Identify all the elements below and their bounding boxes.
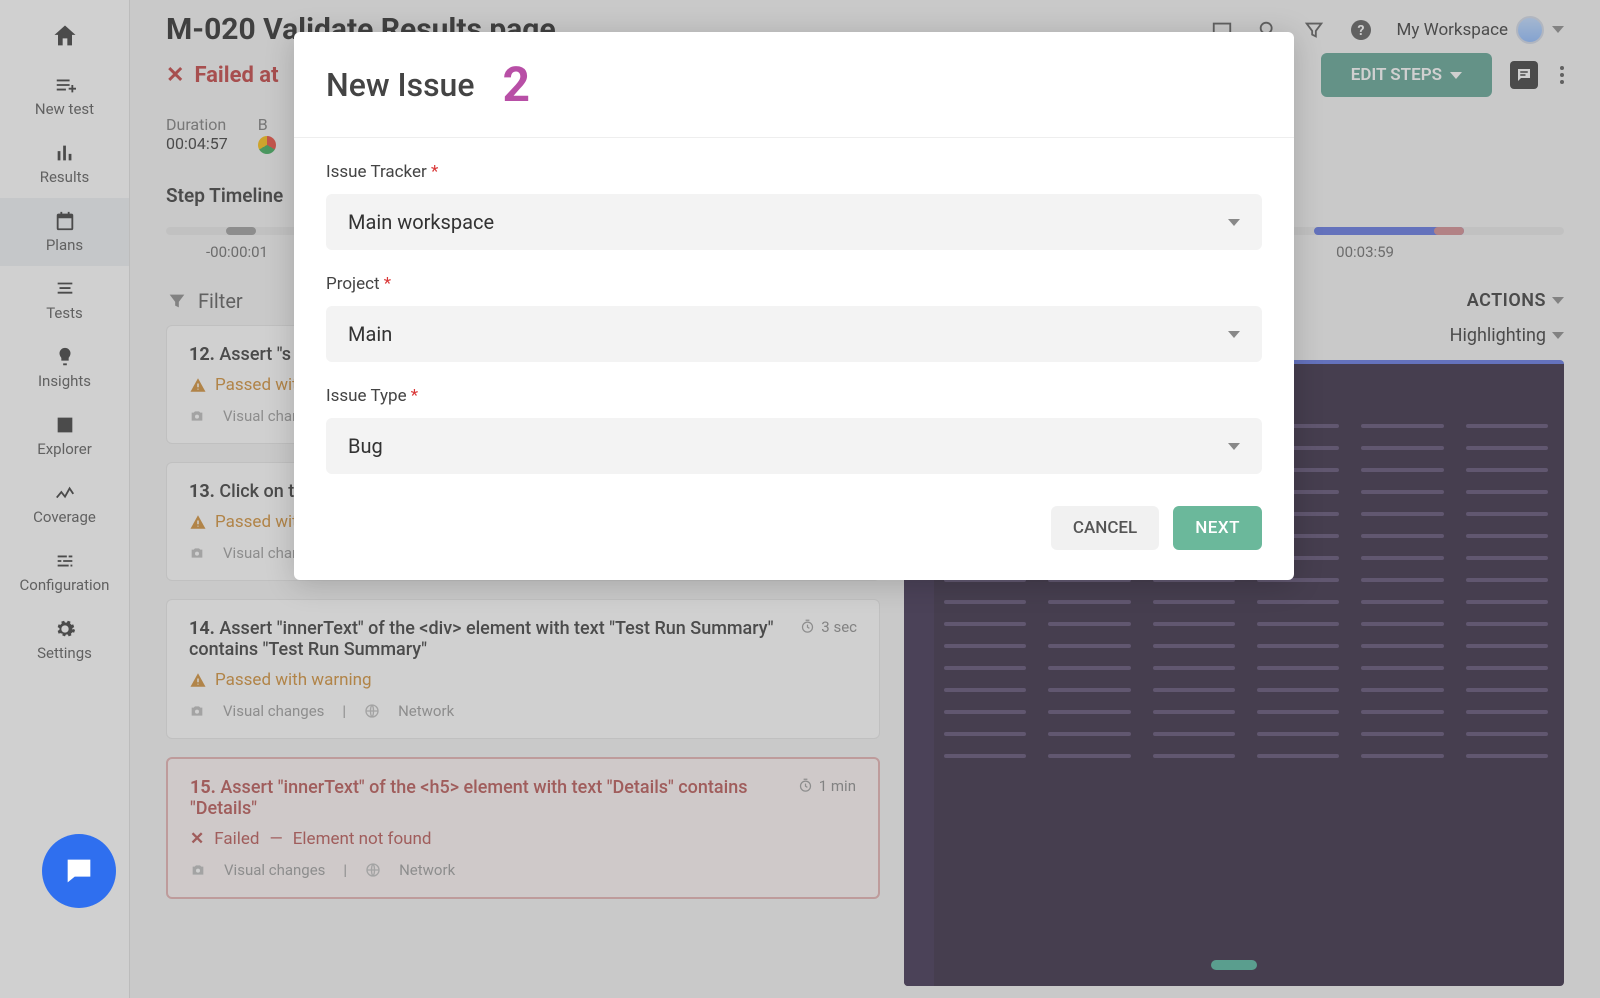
cancel-button[interactable]: CANCEL	[1051, 506, 1159, 550]
label: Tests	[46, 304, 83, 322]
sidebar-item-home[interactable]	[0, 10, 129, 62]
label: Configuration	[20, 576, 110, 594]
sidebar-item-configuration[interactable]: Configuration	[0, 538, 129, 606]
chevron-down-icon	[1228, 219, 1240, 226]
visual-changes-link[interactable]: Visual changes	[224, 861, 325, 879]
modal-title: New Issue 2	[326, 56, 1262, 113]
close-icon: ✕	[166, 63, 184, 88]
workspace-selector[interactable]: My Workspace	[1397, 16, 1564, 44]
chrome-icon	[258, 136, 276, 154]
chevron-down-icon	[1228, 331, 1240, 338]
step-duration: 3 sec	[800, 618, 857, 636]
filter-placeholder: Filter	[198, 289, 243, 313]
network-link[interactable]: Network	[399, 861, 455, 879]
chevron-down-icon	[1552, 332, 1564, 339]
duration-label: Duration	[166, 115, 228, 134]
label: New test	[35, 100, 94, 118]
annotation-number: 2	[502, 56, 530, 113]
avatar	[1516, 16, 1544, 44]
chevron-down-icon	[1552, 297, 1564, 304]
globe-icon	[365, 862, 381, 878]
chat-fab[interactable]	[42, 834, 116, 908]
filter-icon[interactable]	[1303, 19, 1325, 41]
step-card-failed[interactable]: 15. Assert "innerText" of the <h5> eleme…	[166, 757, 880, 899]
edit-steps-button[interactable]: EDIT STEPS	[1321, 53, 1492, 97]
issue-tracker-select[interactable]: Main workspace	[326, 194, 1262, 250]
camera-icon	[189, 408, 205, 424]
label: Explorer	[37, 440, 92, 458]
sidebar-item-coverage[interactable]: Coverage	[0, 470, 129, 538]
new-issue-modal: New Issue 2 Issue Tracker * Main workspa…	[294, 32, 1294, 580]
failed-text: Failed at	[194, 63, 278, 88]
kebab-menu[interactable]	[1560, 66, 1564, 84]
label: ACTIONS	[1467, 290, 1546, 311]
help-icon[interactable]: ?	[1349, 18, 1373, 42]
network-link[interactable]: Network	[398, 702, 454, 720]
globe-icon	[364, 703, 380, 719]
step-card[interactable]: 14. Assert "innerText" of the <div> elem…	[166, 599, 880, 739]
camera-icon	[190, 862, 206, 878]
project-select[interactable]: Main	[326, 306, 1262, 362]
label: Settings	[37, 644, 92, 662]
label: Coverage	[33, 508, 96, 526]
sidebar-item-insights[interactable]: Insights	[0, 334, 129, 402]
visual-changes-link[interactable]: Visual changes	[223, 702, 324, 720]
highlighting-dropdown[interactable]: Highlighting	[1450, 325, 1564, 346]
label: Plans	[46, 236, 83, 254]
timeline-start: -00:00:01	[206, 243, 268, 261]
duration-value: 00:04:57	[166, 134, 228, 153]
label: EDIT STEPS	[1351, 65, 1442, 85]
browser-label: B	[258, 115, 276, 134]
timeline-end: 00:03:59	[1336, 243, 1394, 261]
close-icon: ✕	[190, 829, 204, 849]
field-label-type: Issue Type *	[326, 386, 1262, 406]
notes-button[interactable]	[1510, 61, 1538, 89]
sidebar-item-settings[interactable]: Settings	[0, 606, 129, 674]
sidebar-item-explorer[interactable]: Explorer	[0, 402, 129, 470]
next-button[interactable]: NEXT	[1173, 506, 1262, 550]
svg-text:?: ?	[1357, 23, 1364, 39]
sidebar-item-tests[interactable]: Tests	[0, 266, 129, 334]
actions-dropdown[interactable]: ACTIONS	[1467, 290, 1564, 311]
chevron-down-icon	[1228, 443, 1240, 450]
sidebar-item-new-test[interactable]: New test	[0, 62, 129, 130]
field-label-project: Project *	[326, 274, 1262, 294]
camera-icon	[189, 545, 205, 561]
sidebar-item-results[interactable]: Results	[0, 130, 129, 198]
issue-type-select[interactable]: Bug	[326, 418, 1262, 474]
filter-input[interactable]: Filter	[166, 289, 243, 313]
status-failed: ✕ Failed — Element not found	[190, 829, 856, 849]
chevron-down-icon	[1450, 72, 1462, 79]
camera-icon	[189, 703, 205, 719]
label: Insights	[38, 372, 91, 390]
label: Results	[40, 168, 90, 186]
workspace-label: My Workspace	[1397, 20, 1508, 40]
sidebar-item-plans[interactable]: Plans	[0, 198, 129, 266]
status-warning: Passed with warning	[189, 670, 857, 690]
field-label-tracker: Issue Tracker *	[326, 162, 1262, 182]
step-duration: 1 min	[798, 777, 856, 795]
chevron-down-icon	[1552, 26, 1564, 33]
